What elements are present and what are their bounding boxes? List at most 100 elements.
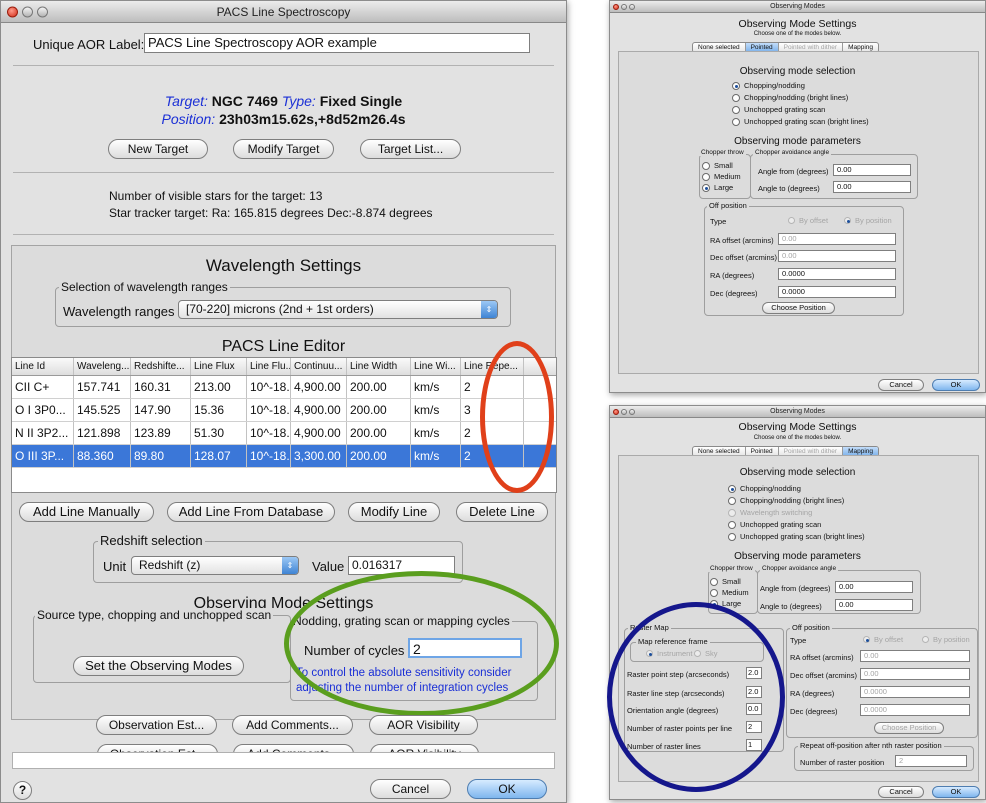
help-button[interactable]: ? bbox=[13, 781, 32, 800]
mode-radio-option[interactable]: Chopping/nodding (bright lines) bbox=[732, 93, 848, 102]
column-header[interactable]: Line Repe... bbox=[461, 358, 524, 375]
zoom-dot-icon[interactable] bbox=[629, 408, 635, 415]
orientation-input[interactable]: 0.0 bbox=[746, 703, 762, 715]
by-position-radio[interactable]: By position bbox=[844, 216, 892, 225]
redshift-value-input[interactable]: 0.016317 bbox=[348, 556, 455, 575]
delete-line-button[interactable]: Delete Line bbox=[456, 502, 548, 522]
mode-radio-option[interactable]: Unchopped grating scan (bright lines) bbox=[732, 117, 869, 126]
mode-radio-option[interactable]: Large bbox=[702, 183, 733, 192]
table-row[interactable]: O I 3P0...145.525147.9015.3610^-18...4,9… bbox=[12, 399, 556, 422]
table-cell: 121.898 bbox=[74, 422, 131, 444]
mode-radio-option[interactable]: Medium bbox=[702, 172, 741, 181]
new-target-button[interactable]: New Target bbox=[108, 139, 208, 159]
aor-label-input[interactable]: PACS Line Spectroscopy AOR example bbox=[144, 33, 530, 53]
line-step-input[interactable]: 2.0 bbox=[746, 686, 762, 698]
unit-select[interactable]: Redshift (z) ⇕ bbox=[131, 556, 299, 575]
by-offset-radio[interactable]: By offset bbox=[863, 635, 903, 644]
dec-offset-input[interactable]: 0.00 bbox=[778, 250, 896, 262]
mode-radio-option[interactable]: Unchopped grating scan bbox=[728, 520, 821, 529]
observation-est-button-top[interactable]: Observation Est... bbox=[96, 715, 217, 735]
mode-radio-option[interactable]: Medium bbox=[710, 588, 749, 597]
mode-radio-option[interactable]: Large bbox=[710, 599, 741, 608]
mode-radio-option[interactable]: Small bbox=[710, 577, 741, 586]
mode-radio-option[interactable]: Chopping/nodding (bright lines) bbox=[728, 496, 844, 505]
cycles-input[interactable]: 2 bbox=[408, 638, 522, 658]
angle-from-input[interactable]: 0.00 bbox=[835, 581, 913, 593]
top-dialog-titlebar[interactable]: Observing Modes bbox=[610, 1, 985, 13]
ra-input[interactable]: 0.0000 bbox=[860, 686, 970, 698]
by-position-radio[interactable]: By position bbox=[922, 635, 970, 644]
instrument-radio[interactable]: Instrument bbox=[646, 649, 692, 658]
choose-position-button[interactable]: Choose Position bbox=[762, 302, 835, 314]
points-per-line-input[interactable]: 2 bbox=[746, 721, 762, 733]
ra-offset-input[interactable]: 0.00 bbox=[778, 233, 896, 245]
raster-lines-input[interactable]: 1 bbox=[746, 739, 762, 751]
table-row[interactable]: O III 3P...88.36089.80128.0710^-18...3,3… bbox=[12, 445, 556, 468]
modify-target-button[interactable]: Modify Target bbox=[233, 139, 334, 159]
table-row[interactable]: CII C+157.741160.31213.0010^-18...4,900.… bbox=[12, 376, 556, 399]
minimize-dot-icon[interactable] bbox=[621, 3, 627, 10]
minimize-dot-icon[interactable] bbox=[621, 408, 627, 415]
aor-visibility-button-top[interactable]: AOR Visibility bbox=[369, 715, 478, 735]
wavelength-select[interactable]: [70-220] microns (2nd + 1st orders) ⇕ bbox=[178, 300, 498, 319]
sky-radio[interactable]: Sky bbox=[694, 649, 718, 658]
ra-offset-input[interactable]: 0.00 bbox=[860, 650, 970, 662]
modify-line-button[interactable]: Modify Line bbox=[348, 502, 440, 522]
choose-position-button[interactable]: Choose Position bbox=[874, 722, 944, 734]
mode-radio-option[interactable]: Chopping/nodding bbox=[728, 484, 801, 493]
add-line-manually-button[interactable]: Add Line Manually bbox=[19, 502, 154, 522]
close-dot-icon[interactable] bbox=[613, 408, 619, 415]
cancel-button[interactable]: Cancel bbox=[370, 779, 451, 799]
target-line: Target: NGC 7469 Type: Fixed Single bbox=[1, 93, 566, 109]
add-line-from-database-button[interactable]: Add Line From Database bbox=[167, 502, 335, 522]
close-dot-icon[interactable] bbox=[613, 3, 619, 10]
column-header[interactable]: Line Id bbox=[12, 358, 74, 375]
raster-position-input[interactable]: 2 bbox=[895, 755, 967, 767]
column-header[interactable]: Line Flux bbox=[191, 358, 247, 375]
column-header[interactable]: Redshifte... bbox=[131, 358, 191, 375]
ok-button[interactable]: OK bbox=[467, 779, 547, 799]
column-header[interactable]: Continuu... bbox=[291, 358, 347, 375]
table-cell: CII C+ bbox=[12, 376, 74, 398]
chopper-throw-label: Chopper throw bbox=[699, 149, 746, 156]
add-comments-button-top[interactable]: Add Comments... bbox=[232, 715, 353, 735]
dec-label: Dec (degrees) bbox=[710, 289, 758, 298]
column-header[interactable]: Line Wi... bbox=[411, 358, 461, 375]
mode-radio-option[interactable]: Chopping/nodding bbox=[732, 81, 805, 90]
set-observing-modes-button[interactable]: Set the Observing Modes bbox=[73, 656, 244, 676]
table-cell: km/s bbox=[411, 445, 461, 467]
ra-input[interactable]: 0.0000 bbox=[778, 268, 896, 280]
by-offset-radio[interactable]: By offset bbox=[788, 216, 828, 225]
angle-to-input[interactable]: 0.00 bbox=[835, 599, 913, 611]
radio-label: Small bbox=[722, 577, 741, 586]
mode-radio-option[interactable]: Small bbox=[702, 161, 733, 170]
ok-button[interactable]: OK bbox=[932, 786, 980, 798]
zoom-dot-icon[interactable] bbox=[37, 6, 48, 17]
table-cell: 51.30 bbox=[191, 422, 247, 444]
minimize-dot-icon[interactable] bbox=[22, 6, 33, 17]
ok-button[interactable]: OK bbox=[932, 379, 980, 391]
point-step-input[interactable]: 2.0 bbox=[746, 667, 762, 679]
column-header[interactable]: Waveleng... bbox=[74, 358, 131, 375]
table-row[interactable]: N II 3P2...121.898123.8951.3010^-18...4,… bbox=[12, 422, 556, 445]
zoom-dot-icon[interactable] bbox=[629, 3, 635, 10]
dec-input[interactable]: 0.0000 bbox=[778, 286, 896, 298]
main-titlebar[interactable]: PACS Line Spectroscopy bbox=[1, 1, 566, 23]
cancel-button[interactable]: Cancel bbox=[878, 379, 924, 391]
column-header[interactable]: Line Width bbox=[347, 358, 411, 375]
angle-to-input[interactable]: 0.00 bbox=[833, 181, 911, 193]
mode-radio-option[interactable]: Unchopped grating scan bbox=[732, 105, 825, 114]
dec-input[interactable]: 0.0000 bbox=[860, 704, 970, 716]
cancel-button[interactable]: Cancel bbox=[878, 786, 924, 798]
type-label: Type bbox=[790, 636, 807, 645]
angle-from-input[interactable]: 0.00 bbox=[833, 164, 911, 176]
bottom-dialog-titlebar[interactable]: Observing Modes bbox=[610, 406, 985, 418]
target-list-button[interactable]: Target List... bbox=[360, 139, 461, 159]
mode-radio-option[interactable]: Unchopped grating scan (bright lines) bbox=[728, 532, 865, 541]
dec-offset-input[interactable]: 0.00 bbox=[860, 668, 970, 680]
column-header[interactable]: Line Flu... bbox=[247, 358, 291, 375]
close-dot-icon[interactable] bbox=[7, 6, 18, 17]
raster-map-label: Raster Map bbox=[628, 623, 671, 632]
points-per-line-label: Number of raster points per line bbox=[627, 724, 733, 733]
mode-radio-option[interactable]: Wavelength switching bbox=[728, 508, 812, 517]
